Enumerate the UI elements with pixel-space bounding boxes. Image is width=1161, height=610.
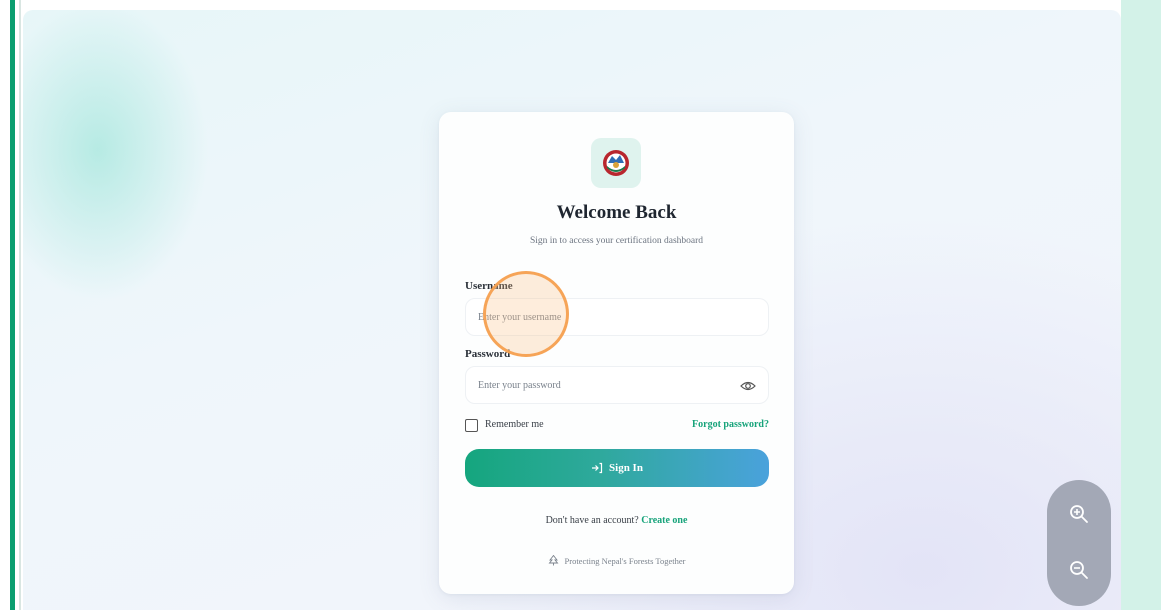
create-account-link[interactable]: Create one	[641, 515, 687, 526]
remember-label: Remember me	[485, 419, 544, 430]
no-account-text: Don't have an account?	[545, 515, 639, 526]
forgot-password-link[interactable]: Forgot password?	[692, 419, 769, 430]
signup-prompt: Don't have an account? Create one	[439, 515, 794, 526]
footer-text: Protecting Nepal's Forests Together	[564, 555, 686, 566]
remember-row: Remember me Forgot password?	[465, 418, 769, 434]
sign-in-button[interactable]: Sign In	[465, 449, 769, 487]
login-arrow-icon	[592, 462, 603, 474]
left-accent-bar	[10, 0, 15, 610]
sign-in-label: Sign In	[609, 462, 643, 474]
eye-icon[interactable]	[740, 378, 756, 394]
right-side-panel	[1121, 0, 1161, 610]
zoom-out-button[interactable]	[1065, 556, 1093, 584]
left-divider	[19, 0, 21, 610]
zoom-controls	[1047, 480, 1111, 606]
password-input[interactable]: Enter your password	[465, 366, 769, 404]
remember-checkbox[interactable]	[465, 419, 478, 432]
page-title: Welcome Back	[556, 202, 677, 223]
password-placeholder: Enter your password	[478, 379, 561, 391]
zoom-in-icon	[1070, 505, 1088, 523]
nepal-emblem-icon	[603, 150, 629, 176]
zoom-in-button[interactable]	[1065, 500, 1093, 528]
click-indicator	[483, 271, 569, 357]
zoom-out-icon	[1070, 561, 1088, 579]
logo-container	[591, 138, 641, 188]
footer-tagline: Protecting Nepal's Forests Together	[439, 555, 794, 566]
page-subtitle: Sign in to access your certification das…	[529, 236, 704, 246]
browser-viewport: Welcome Back Sign in to access your cert…	[23, 10, 1121, 610]
tree-icon	[548, 555, 558, 566]
login-card: Welcome Back Sign in to access your cert…	[439, 112, 794, 594]
